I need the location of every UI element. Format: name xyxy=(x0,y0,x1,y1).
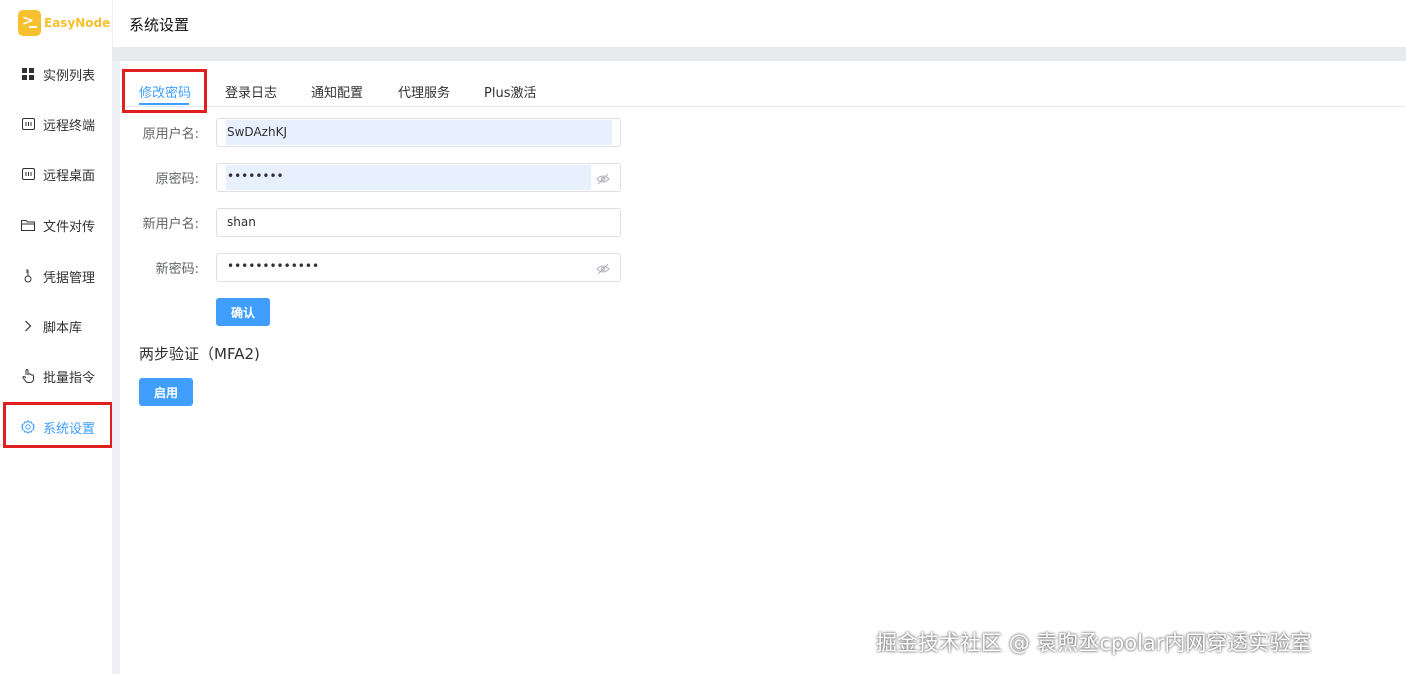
terminal-icon xyxy=(21,117,35,131)
logo-icon: > xyxy=(18,10,41,36)
old-username-field[interactable]: SwDAzhKJ xyxy=(216,118,621,147)
sidebar-item-label: 批量指令 xyxy=(43,370,96,386)
header-divider xyxy=(112,47,1406,61)
new-password-label: 新密码: xyxy=(155,262,199,277)
tab-proxy[interactable]: 代理服务 xyxy=(398,82,450,101)
sidebar-item-label: 远程终端 xyxy=(43,118,96,134)
tab-login-log[interactable]: 登录日志 xyxy=(225,82,277,101)
sidebar-item-scripts[interactable]: 脚本库 xyxy=(0,306,112,346)
confirm-button[interactable]: 确认 xyxy=(216,298,270,326)
sidebar-item-credentials[interactable]: 凭据管理 xyxy=(0,256,112,296)
eye-off-icon[interactable] xyxy=(596,171,610,185)
app-name: EasyNode xyxy=(44,16,111,30)
enable-mfa-button[interactable]: 启用 xyxy=(139,378,193,406)
tab-notification[interactable]: 通知配置 xyxy=(311,82,363,101)
new-password-value: ••••••••••••• xyxy=(227,259,320,273)
watermark: 掘金技术社区 @ 袁煦丞cpolar内网穿透实验室 xyxy=(876,631,1312,655)
sidebar-item-label: 远程桌面 xyxy=(43,168,96,184)
app-logo[interactable]: > EasyNode xyxy=(18,10,110,36)
sidebar-item-batch[interactable]: 批量指令 xyxy=(0,356,112,396)
pointer-icon xyxy=(21,369,35,383)
sidebar: > EasyNode 实例列表 远程终端 远程桌面 文件对传 凭据管理 脚本库 … xyxy=(0,0,113,674)
grid-icon xyxy=(21,67,35,81)
new-username-label: 新用户名: xyxy=(142,217,199,232)
sidebar-item-label: 实例列表 xyxy=(43,68,96,84)
highlight-box-sidebar xyxy=(3,402,113,448)
sidebar-item-files[interactable]: 文件对传 xyxy=(0,205,112,245)
sidebar-item-label: 脚本库 xyxy=(43,320,83,336)
page-title: 系统设置 xyxy=(129,16,190,34)
highlight-box-tab xyxy=(122,69,207,113)
new-password-field[interactable]: ••••••••••••• xyxy=(216,253,621,282)
old-password-field[interactable]: •••••••• xyxy=(216,163,621,192)
sidebar-item-label: 凭据管理 xyxy=(43,270,96,286)
chevron-right-icon xyxy=(21,319,35,333)
folder-icon xyxy=(21,218,35,232)
mfa-section-title: 两步验证（MFA2) xyxy=(139,345,260,363)
sidebar-item-instances[interactable]: 实例列表 xyxy=(0,54,112,94)
desktop-icon xyxy=(21,167,35,181)
old-username-value: SwDAzhKJ xyxy=(227,125,287,139)
sidebar-item-desktop[interactable]: 远程桌面 xyxy=(0,154,112,194)
new-username-field[interactable]: shan xyxy=(216,208,621,237)
sidebar-item-terminal[interactable]: 远程终端 xyxy=(0,104,112,144)
key-icon xyxy=(21,269,35,283)
old-username-label: 原用户名: xyxy=(142,127,199,142)
tab-plus-activation[interactable]: Plus激活 xyxy=(484,82,536,101)
sidebar-item-label: 文件对传 xyxy=(43,219,96,235)
eye-off-icon[interactable] xyxy=(596,261,610,275)
old-password-label: 原密码: xyxy=(155,172,199,187)
settings-tabs: 修改密码 登录日志 通知配置 代理服务 Plus激活 xyxy=(120,74,1406,107)
old-password-value: •••••••• xyxy=(227,169,284,183)
new-username-value: shan xyxy=(227,215,256,229)
content-gutter xyxy=(112,61,120,674)
